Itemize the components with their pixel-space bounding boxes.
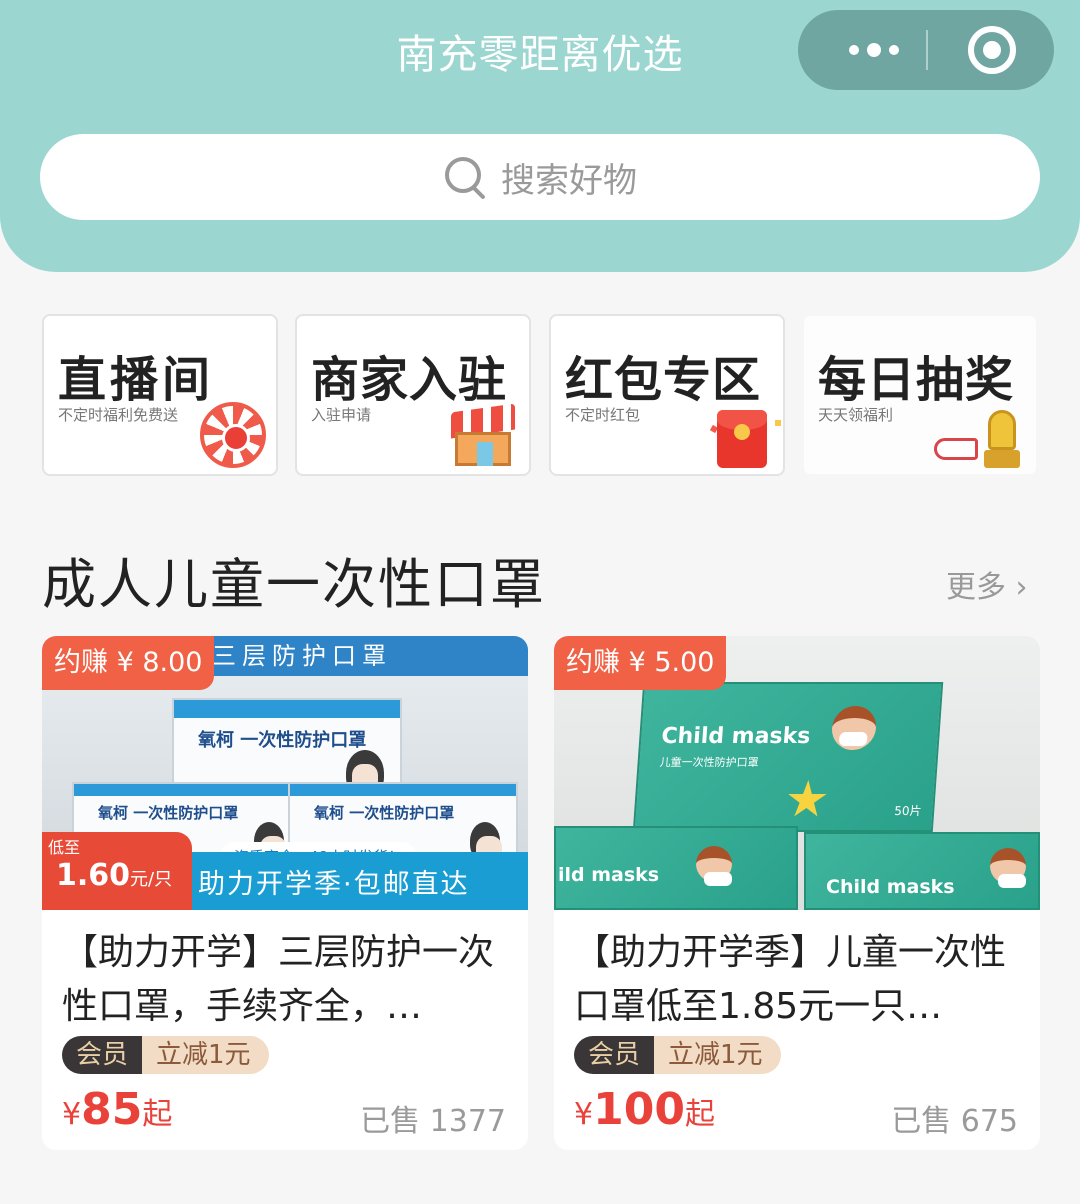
discount-label: 立减1元 — [654, 1036, 781, 1074]
product-card[interactable]: 三层防护口罩 氧柯 一次性防护口罩 氧柯 一次性防护口罩 氧柯 一次性防护口罩 … — [42, 636, 528, 1150]
box-title: Child masks — [826, 876, 955, 898]
capsule-divider — [926, 30, 928, 70]
box-brand: 氧柯 — [98, 804, 129, 822]
search-icon — [443, 155, 487, 199]
sold-count: 已售 1377 — [360, 1104, 506, 1139]
box-text: 一次性防护口罩 — [240, 730, 367, 751]
pointing-hand-icon — [934, 438, 978, 460]
product-card[interactable]: Child masks 儿童一次性防护口罩 50片 ild masks Chil… — [554, 636, 1040, 1150]
prize-icon — [984, 410, 1020, 468]
entry-title: 红包专区 — [565, 352, 762, 408]
entry-title: 直播间 — [58, 352, 215, 408]
product-price: ¥100起 — [574, 1084, 715, 1135]
entry-merchant-join[interactable]: 商家入驻 入驻申请 — [295, 314, 531, 476]
section-title: 成人儿童一次性口罩 — [42, 553, 546, 616]
red-packet-icon — [717, 410, 767, 468]
member-label: 会员 — [574, 1036, 655, 1074]
earn-badge: 约赚 ¥ 8.00 — [42, 636, 215, 690]
box-subtitle: 儿童一次性防护口罩 — [659, 756, 760, 769]
box-text: 一次性防护口罩 — [349, 804, 455, 822]
product-name: 【助力开学】三层防护一次性口罩，手续齐全，… — [62, 932, 495, 1027]
entry-daily-lottery[interactable]: 每日抽奖 天天领福利 — [802, 314, 1038, 476]
target-circle-icon[interactable] — [968, 26, 1016, 74]
mini-program-capsule — [798, 10, 1054, 90]
child-mask-box: Child masks 儿童一次性防护口罩 50片 — [632, 682, 944, 832]
child-mask-box: ild masks — [554, 826, 798, 910]
entry-subtitle: 天天领福利 — [818, 406, 894, 424]
entry-subtitle: 不定时福利免费送 — [58, 406, 179, 424]
header: 南充零距离优选 搜索好物 — [0, 0, 1080, 272]
live-wheel-icon — [200, 402, 266, 468]
sold-count: 已售 675 — [891, 1104, 1018, 1139]
box-text: 一次性防护口罩 — [133, 804, 239, 822]
member-discount-tag: 会员 立减1元 — [574, 1036, 781, 1074]
lowest-price: 1.60元/只 — [56, 858, 173, 893]
shop-icon — [447, 402, 519, 470]
entry-subtitle: 入驻申请 — [311, 406, 372, 424]
image-banner: 三层防护口罩 — [192, 636, 528, 676]
entry-subtitle: 不定时红包 — [565, 406, 641, 424]
box-brand: 氧柯 — [314, 804, 345, 822]
image-promo-bar: 低至 1.60元/只 助力开学季·包邮直达 — [42, 832, 528, 910]
image-slogan: 助力开学季·包邮直达 — [198, 869, 470, 900]
search-input[interactable]: 搜索好物 — [40, 134, 1040, 220]
entry-red-packet-zone[interactable]: 红包专区 不定时红包 — [549, 314, 785, 476]
chevron-right-icon: › — [1006, 570, 1028, 605]
discount-label: 立减1元 — [142, 1036, 269, 1074]
earn-badge: 约赚 ¥ 5.00 — [554, 636, 727, 690]
entry-title: 每日抽奖 — [818, 352, 1015, 408]
entry-live-room[interactable]: 直播间 不定时福利免费送 — [42, 314, 278, 476]
product-name: 【助力开学季】儿童一次性口罩低至1.85元一只… — [574, 932, 1007, 1027]
more-dots-icon[interactable] — [824, 10, 924, 90]
search-placeholder: 搜索好物 — [501, 160, 637, 201]
child-mask-box: Child masks — [804, 832, 1040, 910]
entry-title: 商家入驻 — [311, 352, 508, 408]
more-link[interactable]: 更多 › — [946, 562, 1028, 606]
box-brand: 氧柯 — [198, 730, 234, 751]
product-price: ¥85起 — [62, 1084, 173, 1135]
box-title: ild masks — [558, 864, 660, 886]
box-title: Child masks — [660, 724, 812, 749]
lowest-label: 低至 — [48, 838, 81, 857]
box-count: 50片 — [893, 804, 922, 818]
member-label: 会员 — [62, 1036, 143, 1074]
member-discount-tag: 会员 立减1元 — [62, 1036, 269, 1074]
more-label: 更多 — [946, 570, 1006, 605]
